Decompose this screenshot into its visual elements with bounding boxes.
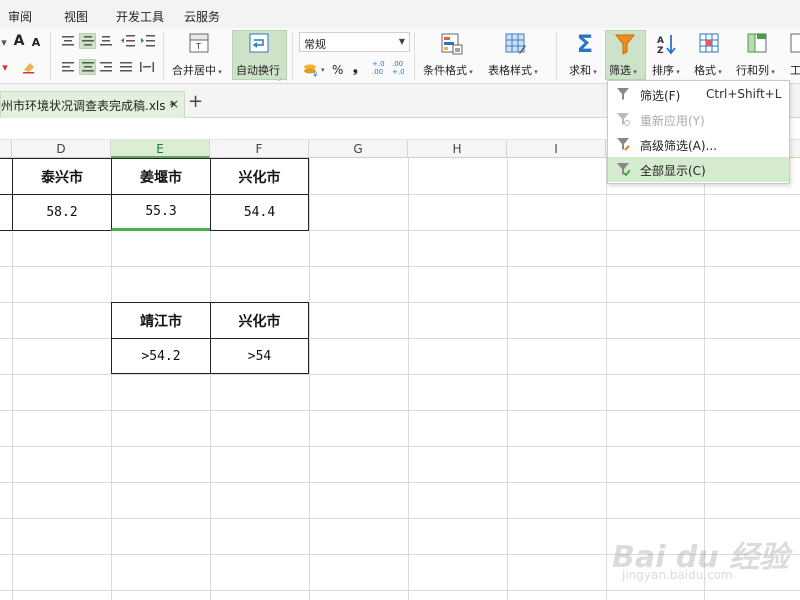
sort-button[interactable]: 排序 ▾	[652, 62, 680, 78]
merge-center-button[interactable]: 合并居中 ▾	[172, 62, 222, 78]
close-icon[interactable]: ×	[169, 97, 179, 111]
menu-bar: 审阅 视图 开发工具 云服务	[0, 0, 800, 28]
spreadsheet-app: 审阅 视图 开发工具 云服务 ▾ A A ▾ T 合并居中 ▾ 自动换行 ⌟ 常…	[0, 0, 800, 600]
font-grow-icon[interactable]: A	[12, 33, 26, 49]
wrap-text-icon[interactable]	[248, 32, 270, 54]
watermark-url: jingyan.baidu.com	[622, 568, 733, 582]
format-icon[interactable]	[698, 32, 722, 56]
svg-text:¥: ¥	[313, 71, 318, 77]
table2-value-cell[interactable]: >54.2	[111, 338, 211, 374]
thousands-separator-button[interactable]: ❟	[353, 61, 358, 76]
currency-format-icon[interactable]: ¥	[300, 62, 320, 78]
align-right-icon[interactable]	[98, 60, 114, 74]
align-top-icon[interactable]	[60, 34, 76, 48]
document-tab[interactable]: 州市环境状况调查表完成稿.xls * ×	[0, 91, 185, 118]
conditional-format-button[interactable]: 条件格式 ▾	[423, 62, 473, 78]
menu-item-filter[interactable]: 筛选(F) Ctrl+Shift+L	[608, 82, 789, 107]
column-header-g[interactable]: G	[309, 140, 408, 158]
sum-button[interactable]: 求和 ▾	[569, 62, 597, 78]
row-column-icon[interactable]	[746, 32, 770, 56]
advanced-filter-icon	[616, 137, 630, 151]
percent-button[interactable]: %	[332, 63, 343, 77]
table1-value-cell[interactable]: 54.4	[210, 194, 309, 231]
table1-value-cell[interactable]: 58.2	[12, 194, 112, 231]
column-header-f[interactable]: F	[210, 140, 309, 158]
table2-header-cell[interactable]: 靖江市	[111, 302, 211, 339]
column-header-i[interactable]: I	[507, 140, 606, 158]
menu-item-shortcut: Ctrl+Shift+L	[706, 87, 782, 101]
column-header-c[interactable]	[0, 140, 12, 158]
column-header-d[interactable]: D	[12, 140, 111, 158]
menu-tab-review[interactable]: 审阅	[8, 8, 32, 25]
font-color-icon[interactable]: ▾	[0, 60, 10, 74]
filter-button[interactable]: 筛选 ▾	[609, 62, 637, 78]
menu-item-label: 筛选(F)	[640, 89, 681, 103]
font-shrink-icon[interactable]: A	[30, 35, 42, 49]
watermark-logo: Bai du 经验 jingyan.baidu.com	[612, 518, 789, 588]
table2-value-cell[interactable]: >54	[210, 338, 309, 374]
wrap-text-button[interactable]: 自动换行	[236, 62, 280, 78]
svg-text:Z: Z	[657, 46, 664, 55]
font-size-stepper-partial[interactable]: ▾	[0, 34, 8, 50]
sort-icon[interactable]: AZ	[654, 32, 680, 56]
table-style-button[interactable]: 表格样式 ▾	[488, 62, 538, 78]
align-middle-icon[interactable]	[80, 34, 96, 48]
worksheet-button[interactable]: 工	[790, 62, 800, 78]
menu-tab-developer[interactable]: 开发工具	[116, 8, 164, 25]
show-all-icon	[616, 162, 631, 177]
table1-header-cell[interactable]: 姜堰市	[111, 158, 211, 195]
table1-header-cell[interactable]: 泰兴市	[12, 158, 112, 195]
svg-text:A: A	[657, 36, 664, 46]
format-button[interactable]: 格式 ▾	[694, 62, 722, 78]
table2-header-cell[interactable]: 兴化市	[210, 302, 309, 339]
menu-tab-cloud[interactable]: 云服务	[184, 8, 220, 25]
alignment-dialog-launcher[interactable]: ⌟	[278, 74, 281, 82]
column-header-e[interactable]: E	[111, 140, 210, 158]
new-tab-button[interactable]: +	[188, 91, 203, 112]
menu-item-reapply[interactable]: 重新应用(Y)	[608, 107, 789, 132]
table-style-icon[interactable]	[504, 32, 528, 56]
indent-increase-icon[interactable]	[140, 34, 156, 48]
ribbon-toolbar: ▾ A A ▾ T 合并居中 ▾ 自动换行 ⌟ 常规 ▼ ¥ ▾ % ❟ +.0…	[0, 28, 800, 84]
menu-item-label: 全部显示(C)	[640, 164, 706, 178]
chevron-down-icon: ▼	[398, 37, 405, 46]
align-bottom-icon[interactable]	[98, 34, 114, 48]
worksheet-icon[interactable]	[790, 32, 800, 56]
justify-icon[interactable]	[118, 60, 134, 74]
table1-value-cell-selected[interactable]: 55.3	[111, 194, 211, 231]
sum-icon[interactable]: Σ	[572, 30, 598, 58]
column-header-h[interactable]: H	[408, 140, 507, 158]
align-center-icon[interactable]	[80, 60, 96, 74]
menu-tab-view[interactable]: 视图	[64, 8, 88, 25]
reapply-filter-icon	[616, 112, 630, 126]
align-left-icon[interactable]	[60, 60, 76, 74]
filter-funnel-icon[interactable]	[612, 32, 638, 56]
document-tab-title: 州市环境状况调查表完成稿.xls *	[1, 99, 176, 113]
table1-header-cell[interactable]: 兴化市	[210, 158, 309, 195]
number-format-select[interactable]: 常规 ▼	[299, 32, 410, 52]
row-column-button[interactable]: 行和列 ▾	[736, 62, 775, 78]
menu-item-advanced-filter[interactable]: 高级筛选(A)...	[608, 132, 789, 157]
menu-item-show-all[interactable]: 全部显示(C)	[608, 157, 789, 182]
indent-decrease-icon[interactable]	[120, 34, 136, 48]
menu-item-label: 重新应用(Y)	[640, 114, 705, 128]
increase-decimal-button[interactable]: +.0 .00	[372, 60, 388, 76]
menu-item-label: 高级筛选(A)...	[640, 139, 718, 153]
number-format-value: 常规	[304, 38, 326, 51]
filter-dropdown-menu: 筛选(F) Ctrl+Shift+L 重新应用(Y) 高级筛选(A)... 全部…	[607, 80, 790, 184]
merge-center-icon[interactable]: T	[188, 32, 210, 54]
svg-text:T: T	[195, 42, 201, 51]
currency-dropdown[interactable]: ▾	[321, 66, 325, 74]
decrease-decimal-button[interactable]: .00 +.0	[392, 60, 408, 76]
filter-icon	[616, 87, 630, 101]
conditional-format-icon[interactable]	[440, 32, 464, 56]
eraser-icon[interactable]	[20, 58, 38, 76]
distributed-align-icon[interactable]	[138, 60, 156, 74]
